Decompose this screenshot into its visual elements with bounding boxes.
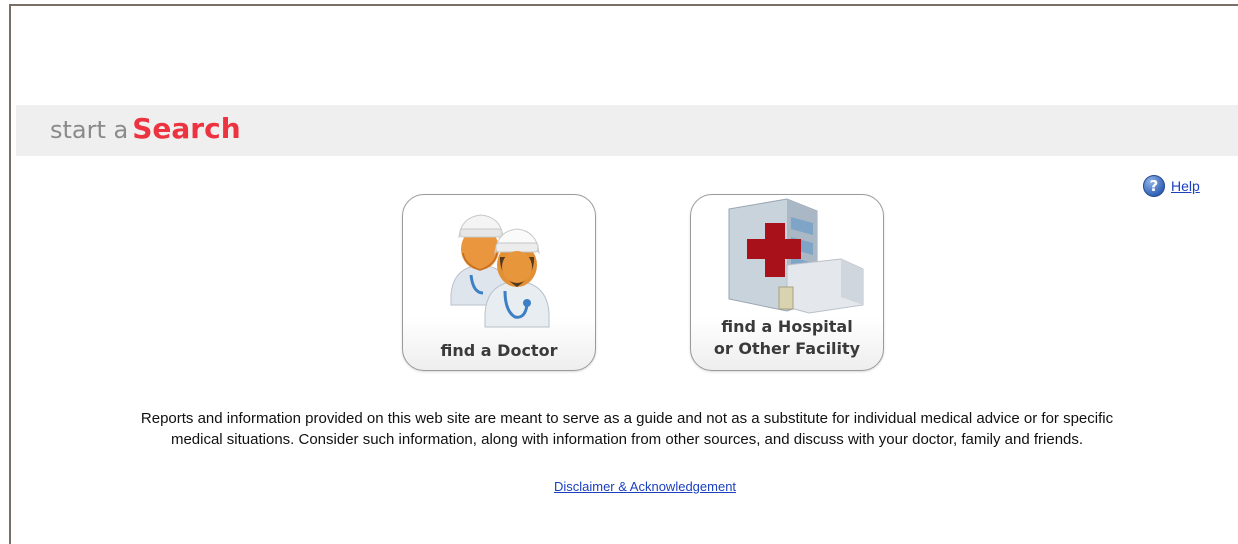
page-title: start a Search bbox=[50, 111, 241, 148]
hospital-icon bbox=[728, 198, 864, 314]
help-link[interactable]: Help bbox=[1171, 178, 1200, 194]
title-prefix: start a bbox=[50, 116, 129, 144]
disclaimer-line2: medical situations. Consider such inform… bbox=[170, 431, 1084, 448]
disclaimer-link[interactable]: Disclaimer & Acknowledgement bbox=[0, 479, 1238, 494]
find-hospital-label-line2: or Other Facility bbox=[713, 339, 861, 358]
question-icon[interactable]: ? bbox=[1143, 175, 1165, 197]
find-hospital-button[interactable]: find a Hospital or Other Facility bbox=[690, 194, 884, 371]
find-doctor-button[interactable]: find a Doctor bbox=[402, 194, 596, 371]
find-hospital-label-line1: find a Hospital bbox=[721, 317, 853, 336]
help-control[interactable]: ? Help bbox=[1143, 175, 1200, 197]
disclaimer-line1: Reports and information provided on this… bbox=[140, 410, 1114, 427]
doctors-icon bbox=[450, 214, 550, 328]
find-hospital-label: find a Hospital or Other Facility bbox=[691, 316, 883, 360]
find-doctor-label: find a Doctor bbox=[440, 341, 558, 360]
disclaimer-text: Reports and information provided on this… bbox=[16, 408, 1238, 450]
page-frame bbox=[9, 4, 1238, 544]
title-emphasis: Search bbox=[132, 112, 241, 145]
search-header-band: start a Search bbox=[16, 105, 1238, 156]
